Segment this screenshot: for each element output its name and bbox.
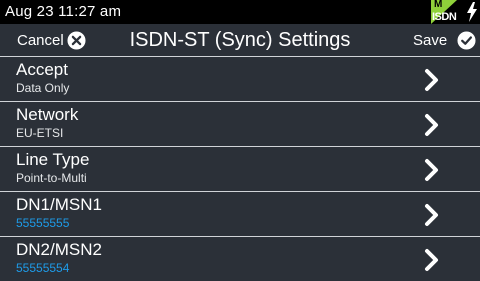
isdn-badge-m: M	[434, 0, 443, 10]
setting-label: DN1/MSN1	[16, 195, 102, 214]
chevron-right-icon[interactable]	[423, 248, 441, 272]
setting-label: Network	[16, 105, 79, 124]
chevron-right-icon[interactable]	[423, 68, 441, 92]
setting-value: 55555555	[16, 216, 70, 230]
setting-value: 55555554	[16, 261, 70, 275]
setting-row-accept[interactable]: Accept Data Only	[0, 56, 480, 101]
chevron-right-icon[interactable]	[423, 158, 441, 182]
setting-row-network[interactable]: Network EU-ETSI	[0, 101, 480, 146]
setting-row-line-type[interactable]: Line Type Point-to-Multi	[0, 146, 480, 191]
isdn-badge-text: ISDN	[432, 11, 457, 23]
isdn-status-icon: M ISDN	[431, 0, 457, 24]
page-title: ISDN-ST (Sync) Settings	[129, 29, 351, 51]
status-bar: Aug 23 11:27 am M ISDN	[0, 0, 480, 24]
check-circle-icon[interactable]	[457, 31, 476, 50]
charging-bolt-icon	[467, 2, 477, 22]
chevron-right-icon[interactable]	[423, 203, 441, 227]
setting-value: EU-ETSI	[16, 126, 64, 140]
setting-label: DN2/MSN2	[16, 240, 102, 259]
settings-list: Accept Data Only Network EU-ETSI Line Ty…	[0, 56, 480, 281]
setting-row-dn1-msn1[interactable]: DN1/MSN1 55555555	[0, 191, 480, 236]
setting-row-dn2-msn2[interactable]: DN2/MSN2 55555554	[0, 236, 480, 281]
header-bar: Cancel ISDN-ST (Sync) Settings Save	[0, 24, 480, 58]
setting-value: Data Only	[16, 81, 70, 95]
status-time: Aug 23 11:27 am	[5, 3, 122, 20]
setting-label: Line Type	[16, 150, 90, 169]
chevron-right-icon[interactable]	[423, 113, 441, 137]
save-label: Save	[413, 32, 448, 49]
setting-value: Point-to-Multi	[16, 171, 87, 185]
setting-label: Accept	[16, 60, 68, 79]
